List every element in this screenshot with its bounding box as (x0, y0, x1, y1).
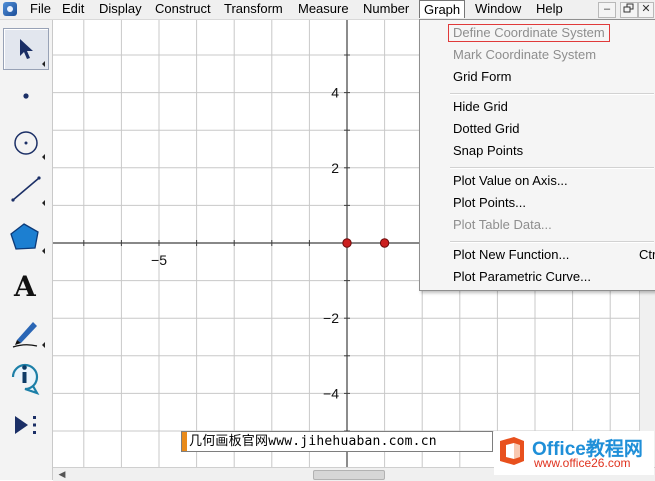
y-tick-label: 4 (331, 85, 339, 101)
menu-separator (450, 167, 654, 169)
menu-item-plot-new-function[interactable]: Plot New Function... Ctr (420, 245, 655, 265)
polygon-tool[interactable] (3, 216, 49, 258)
straightedge-tool[interactable] (3, 168, 49, 210)
watermark-banner: 几何画板官网www.jihehuaban.com.cn (181, 431, 493, 452)
point-icon (23, 93, 29, 99)
menu-item-plot-parametric-curve[interactable]: Plot Parametric Curve... (420, 267, 655, 287)
menu-window[interactable]: Window (471, 0, 525, 18)
menu-item-mark-coordinate-system: Mark Coordinate System (420, 45, 655, 65)
menu-item-plot-table-data: Plot Table Data... (420, 215, 655, 235)
compass-tool[interactable] (3, 122, 49, 164)
menu-measure[interactable]: Measure (294, 0, 353, 18)
marker-tool[interactable] (3, 310, 49, 352)
menu-item-label: Hide Grid (453, 99, 508, 114)
y-tick-label: −4 (323, 385, 339, 401)
menu-item-label: Plot Value on Axis... (453, 173, 568, 188)
point-tool[interactable] (3, 76, 49, 118)
menu-graph[interactable]: Graph (419, 0, 466, 18)
text-a-icon: A (13, 270, 37, 303)
custom-tool[interactable] (3, 404, 49, 446)
restore-icon (623, 3, 634, 13)
menu-number[interactable]: Number (359, 0, 413, 18)
app-icon[interactable] (3, 2, 17, 16)
menu-item-snap-points[interactable]: Snap Points (420, 141, 655, 161)
watermark-text: 几何画板官网www.jihehuaban.com.cn (189, 434, 437, 449)
restore-window-button[interactable] (620, 2, 638, 18)
plotted-point (379, 238, 390, 248)
menu-help[interactable]: Help (532, 0, 567, 18)
menu-item-shortcut: Ctr (639, 247, 655, 262)
menu-file[interactable]: File (26, 0, 55, 18)
scroll-left-icon[interactable]: ◀ (56, 469, 68, 480)
menu-item-label: Plot Table Data... (453, 217, 552, 232)
menu-item-plot-value-on-axis[interactable]: Plot Value on Axis... (420, 171, 655, 191)
menu-item-hide-grid[interactable]: Hide Grid (420, 97, 655, 117)
arrow-select-tool[interactable] (3, 28, 49, 70)
menu-edit[interactable]: Edit (58, 0, 88, 18)
menu-item-label: Mark Coordinate System (453, 47, 597, 62)
play-dots-icon (15, 416, 36, 434)
menu-item-label: Snap Points (453, 143, 524, 158)
menu-item-label: Dotted Grid (453, 121, 520, 136)
menu-item-plot-points[interactable]: Plot Points... (420, 193, 655, 213)
menu-display[interactable]: Display (95, 0, 146, 18)
circle-icon (14, 131, 45, 160)
minimize-button[interactable]: – (598, 2, 616, 18)
svg-text:A: A (13, 270, 37, 303)
scrollbar-thumb[interactable] (313, 470, 385, 480)
office-site-text: www.office26.com (534, 456, 631, 470)
arrow-icon (20, 39, 45, 67)
menu-item-label: Plot Parametric Curve... (453, 269, 591, 284)
menu-bar: File Edit Display Construct Transform Me… (0, 0, 655, 20)
information-tool[interactable] (3, 356, 49, 398)
close-button[interactable]: ✕ (638, 2, 654, 18)
y-tick-label: 2 (331, 160, 339, 176)
menu-item-label: Define Coordinate System (448, 24, 610, 42)
graph-menu-dropdown: Define Coordinate System Mark Coordinate … (419, 19, 655, 291)
menu-separator (450, 241, 654, 243)
text-tool[interactable]: A (3, 264, 49, 306)
polygon-icon (10, 223, 45, 254)
pen-icon (12, 322, 45, 348)
office-logo: Office教程网 www.office26.com (494, 431, 654, 475)
menu-transform[interactable]: Transform (220, 0, 287, 18)
x-tick-label: −5 (151, 252, 167, 268)
menu-construct[interactable]: Construct (151, 0, 215, 18)
toolbox: A (0, 20, 53, 480)
menu-item-label: Grid Form (453, 69, 512, 84)
menu-item-dotted-grid[interactable]: Dotted Grid (420, 119, 655, 139)
menu-item-grid-form[interactable]: Grid Form (420, 67, 655, 87)
plotted-point (342, 238, 352, 248)
menu-separator (450, 93, 654, 95)
menu-item-label: Plot Points... (453, 195, 526, 210)
y-tick-label: −2 (323, 310, 339, 326)
office-logo-icon (500, 437, 524, 465)
info-icon (11, 363, 40, 395)
menu-item-define-coordinate-system: Define Coordinate System (420, 23, 655, 43)
segment-icon (11, 176, 45, 206)
menu-item-label: Plot New Function... (453, 247, 570, 262)
